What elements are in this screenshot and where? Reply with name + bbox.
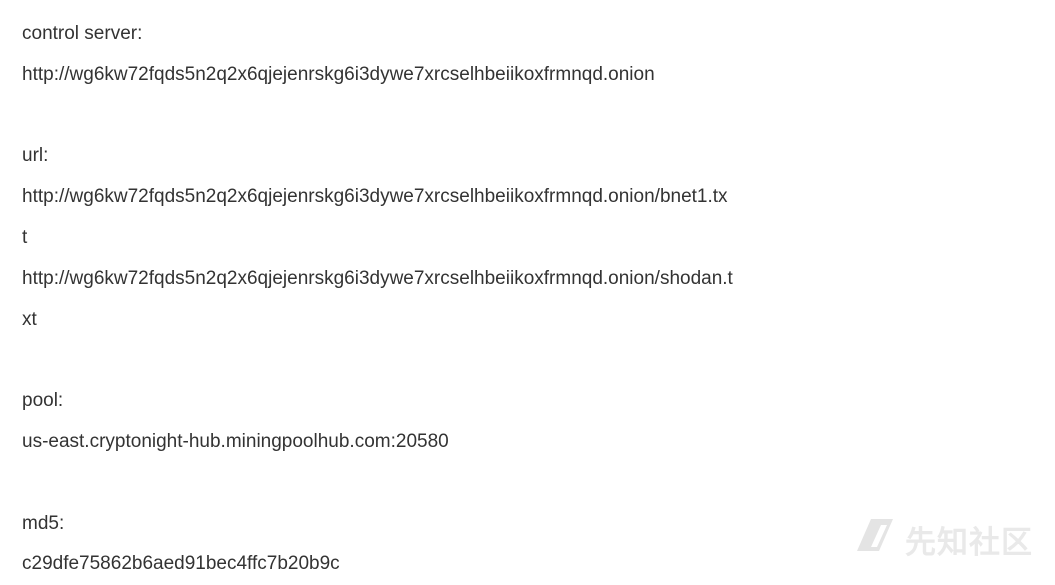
label-pool: pool: <box>22 390 64 412</box>
url-shodan-line1: http://wg6kw72fqds5n2q2x6qjejenrskg6i3dy… <box>22 267 733 289</box>
label-control-server: control server: <box>22 23 143 44</box>
url-bnet1-line1: http://wg6kw72fqds5n2q2x6qjejenrskg6i3dy… <box>22 186 728 208</box>
label-md5: md5: <box>22 512 65 534</box>
control-server-url: http://wg6kw72fqds5n2q2x6qjejenrskg6i3dy… <box>22 63 655 85</box>
url-shodan-line2: xt <box>22 308 37 330</box>
url-bnet1-line2: t <box>22 226 28 248</box>
label-url: url: <box>22 145 49 167</box>
pool-address: us-east.cryptonight-hub.miningpoolhub.co… <box>22 430 449 452</box>
document-body: control server: http://wg6kw72fqds5n2q2x… <box>22 14 1022 585</box>
md5-hash: c29dfe75862b6aed91bec4ffc7b20b9c <box>22 553 340 575</box>
